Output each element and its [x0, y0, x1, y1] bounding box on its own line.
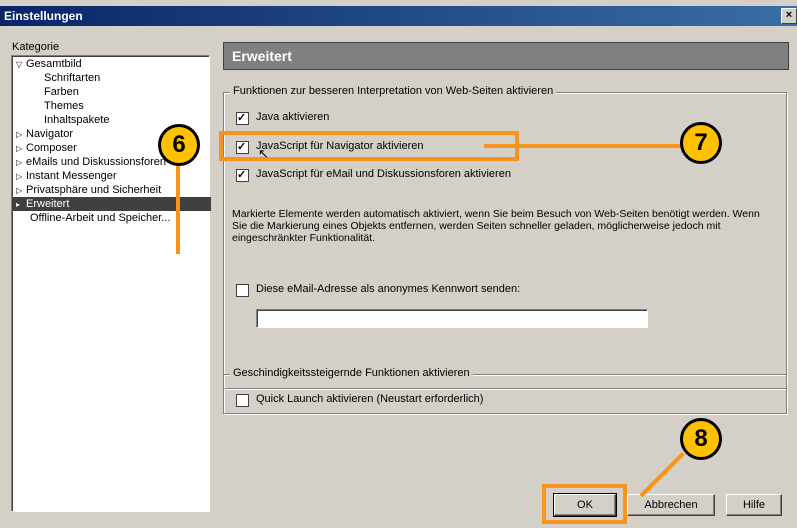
- java-checkbox[interactable]: [236, 111, 249, 125]
- expand-arrow-icon[interactable]: ▷: [16, 142, 26, 156]
- expand-arrow-icon[interactable]: ▷: [16, 170, 26, 184]
- callout-7-line: [484, 144, 684, 148]
- tree-item-farben[interactable]: Farben: [44, 85, 79, 99]
- tree-item-themes[interactable]: Themes: [44, 99, 84, 113]
- category-label: Kategorie: [12, 41, 60, 53]
- tree-item-label: Inhaltspakete: [44, 114, 110, 126]
- tree-item-label: Farben: [44, 86, 79, 98]
- js-mail-label: JavaScript für eMail und Diskussionsfore…: [256, 168, 511, 180]
- info-text: Markierte Elemente werden automatisch ak…: [232, 208, 760, 244]
- tree-item-label: Privatsphäre und Sicherheit: [26, 184, 162, 196]
- tree-item-label: Gesamtbild: [26, 58, 82, 70]
- js-mail-checkbox[interactable]: [236, 168, 249, 182]
- tree-item-schriftarten[interactable]: Schriftarten: [44, 71, 100, 85]
- tree-item-label: Themes: [44, 100, 84, 112]
- mouse-cursor-icon: ↖: [258, 146, 269, 161]
- group-legend: Funktionen zur besseren Interpretation v…: [230, 85, 557, 97]
- tree-item-label: Navigator: [26, 128, 74, 140]
- settings-dialog: Einstellungen × Kategorie ▽ Gesamtbild Sc…: [0, 0, 797, 528]
- callout-8: 8: [680, 418, 722, 460]
- tree-item-navigator[interactable]: ▷ Navigator: [16, 127, 73, 141]
- email-field[interactable]: [256, 309, 648, 328]
- tree-item-privacy[interactable]: ▷ Privatsphäre und Sicherheit: [16, 183, 161, 197]
- tree-item-instant-messenger[interactable]: ▷ Instant Messenger: [16, 169, 117, 183]
- help-button[interactable]: Hilfe: [726, 494, 782, 516]
- tree-item-gesamtbild[interactable]: ▽ Gesamtbild: [16, 57, 82, 71]
- tree-item-composer[interactable]: ▷ Composer: [16, 141, 77, 155]
- tree-item-label: Erweitert: [26, 198, 70, 210]
- cancel-button[interactable]: Abbrechen: [627, 494, 715, 516]
- tree-item-label: Composer: [26, 142, 77, 154]
- expand-arrow-icon[interactable]: ▷: [16, 128, 26, 142]
- group-legend: Geschindigkeitssteigernde Funktionen akt…: [230, 367, 473, 379]
- callout-6: 6: [158, 124, 200, 166]
- expand-arrow-icon[interactable]: ▷: [16, 156, 26, 170]
- tree-item-inhaltspakete[interactable]: Inhaltspakete: [44, 113, 109, 127]
- tree-item-label: Instant Messenger: [26, 170, 117, 182]
- tree-item-label: eMails und Diskussionsforen: [26, 156, 167, 168]
- tree-item-offline[interactable]: Offline-Arbeit und Speicher...: [30, 211, 170, 225]
- window-title: Einstellungen: [4, 9, 83, 23]
- expand-arrow-icon[interactable]: ▽: [16, 58, 26, 72]
- quick-launch-label: Quick Launch aktivieren (Neustart erford…: [256, 393, 484, 405]
- anon-email-label: Diese eMail-Adresse als anonymes Kennwor…: [256, 283, 521, 295]
- title-bar[interactable]: Einstellungen ×: [0, 6, 797, 26]
- callout-7: 7: [680, 122, 722, 164]
- panel-title: Erweitert: [232, 48, 292, 64]
- quick-launch-checkbox[interactable]: [236, 394, 249, 407]
- anon-email-checkbox[interactable]: [236, 284, 249, 297]
- settings-panel: Erweitert Funktionen zur besseren Interp…: [223, 42, 789, 482]
- tree-item-label: Schriftarten: [44, 72, 101, 84]
- tree-item-emails[interactable]: ▷ eMails und Diskussionsforen: [16, 155, 166, 169]
- expand-arrow-icon[interactable]: ▷: [16, 184, 26, 198]
- panel-header: Erweitert: [223, 42, 789, 70]
- speed-features-group: Geschindigkeitssteigernde Funktionen akt…: [223, 367, 787, 414]
- expand-arrow-icon[interactable]: ▸: [16, 198, 26, 212]
- tree-item-erweitert[interactable]: ▸ Erweitert: [13, 197, 211, 211]
- close-button[interactable]: ×: [781, 8, 797, 24]
- highlight-box-ok: [542, 484, 627, 524]
- java-label: Java aktivieren: [256, 111, 330, 123]
- tree-item-label: Offline-Arbeit und Speicher...: [30, 212, 171, 224]
